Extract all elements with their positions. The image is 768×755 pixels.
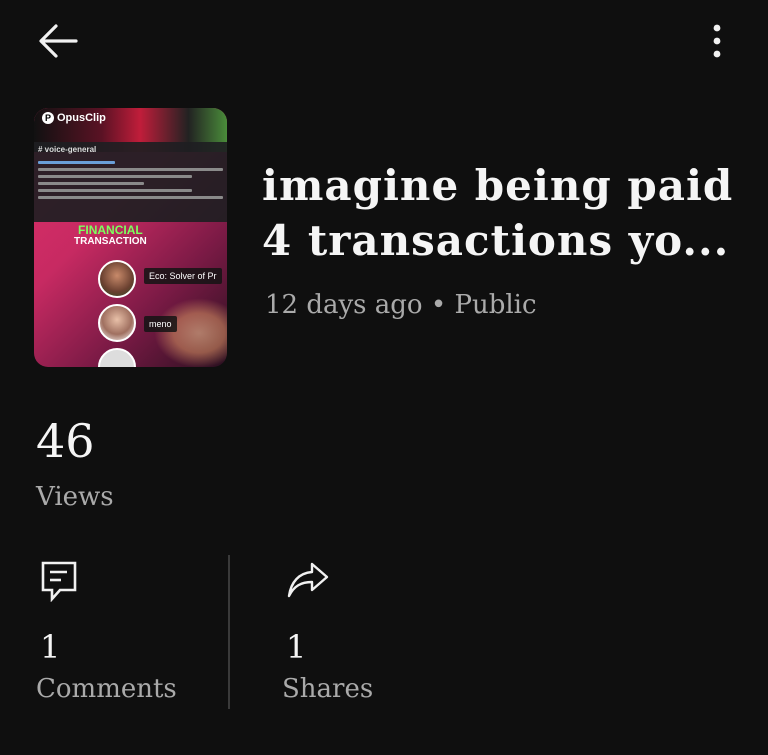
video-visibility: Public [454,290,537,320]
video-meta: 12 days ago • Public [265,290,537,320]
chat-line [38,168,223,171]
avatar [98,304,136,342]
comments-label: Comments [36,674,177,704]
more-options-button[interactable] [696,18,738,64]
thumbnail-headline: FINANCIAL TRANSACTION [74,224,147,247]
video-title[interactable]: imagine being paid 4 transactions yo... [262,158,742,268]
thumbnail-headline-2: TRANSACTION [74,235,147,247]
chat-line [38,182,145,185]
thumbnail-headline-1: FINANCIAL [78,223,143,237]
views-label: Views [36,482,114,512]
thumbnail-user-tag: meno [144,316,177,332]
views-count: 46 [36,414,95,468]
video-title-line-2: 4 transactions yo... [262,216,730,265]
chat-line [38,175,193,178]
comments-stat[interactable]: 1 Comments [36,556,216,716]
shares-count: 1 [286,628,307,666]
video-title-line-1: imagine being paid [262,161,734,210]
video-thumbnail[interactable]: P OpusClip # voice-general FINANCIAL TRA… [34,108,227,367]
back-button[interactable] [28,18,88,64]
comments-count: 1 [40,628,61,666]
arrow-left-icon [39,24,78,58]
more-vertical-icon [713,24,721,58]
thumbnail-decoration [154,298,227,367]
comment-icon [40,560,78,606]
thumbnail-brand-label: OpusClip [57,112,106,124]
thumbnail-user-tag: Eco: Solver of Pr [144,268,222,284]
chat-line [38,161,116,164]
avatar [98,260,136,298]
shares-label: Shares [282,674,374,704]
opusclip-logo-icon: P [42,112,54,124]
avatar [98,348,136,367]
chat-line [38,196,223,199]
shares-stat[interactable]: 1 Shares [282,556,462,716]
meta-separator: • [430,290,447,320]
thumbnail-brand: P OpusClip [42,112,106,124]
share-icon [286,560,330,604]
chat-line [38,189,193,192]
video-age: 12 days ago [265,290,423,320]
thumbnail-channel-label: # voice-general [38,145,97,154]
stats-divider [228,555,230,709]
thumbnail-chat-panel: # voice-general [34,142,227,222]
